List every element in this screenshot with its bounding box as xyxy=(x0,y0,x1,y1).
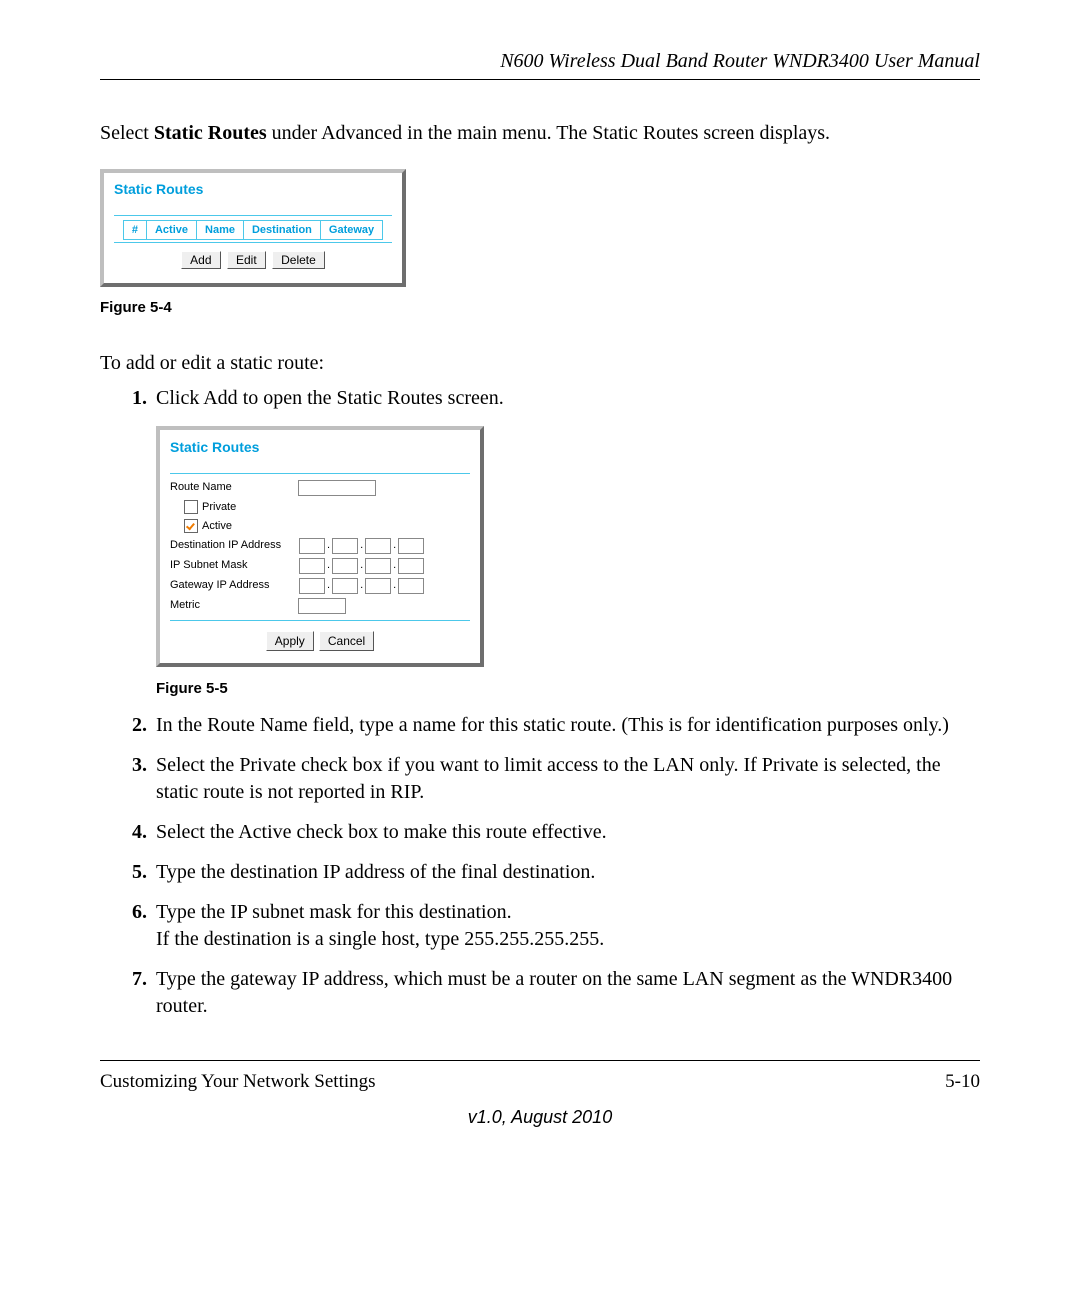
subnet-oct2[interactable] xyxy=(332,558,358,574)
panel1-title: Static Routes xyxy=(114,181,392,197)
footer-center: v1.0, August 2010 xyxy=(100,1107,980,1128)
private-checkbox[interactable] xyxy=(184,500,198,514)
step-list: Click Add to open the Static Routes scre… xyxy=(100,385,980,1020)
label-subnet: IP Subnet Mask xyxy=(170,558,298,573)
step-6: Type the IP subnet mask for this destina… xyxy=(152,899,980,953)
footer-left: Customizing Your Network Settings xyxy=(100,1071,376,1093)
intro-pre: Select xyxy=(100,122,154,144)
intro-post: under Advanced in the main menu. The Sta… xyxy=(267,122,830,144)
dest-ip-oct2[interactable] xyxy=(332,538,358,554)
edit-button[interactable]: Edit xyxy=(227,251,266,269)
label-gateway: Gateway IP Address xyxy=(170,578,298,593)
step6-text: Type the IP subnet mask for this destina… xyxy=(156,901,604,950)
label-route-name: Route Name xyxy=(170,480,298,495)
gw-oct4[interactable] xyxy=(398,578,424,594)
cancel-button[interactable]: Cancel xyxy=(319,631,374,651)
col-destination: Destination xyxy=(243,221,320,240)
delete-button[interactable]: Delete xyxy=(272,251,325,269)
footer-right: 5-10 xyxy=(945,1071,980,1093)
label-metric: Metric xyxy=(170,598,298,613)
subnet-oct3[interactable] xyxy=(365,558,391,574)
page-header: N600 Wireless Dual Band Router WNDR3400 … xyxy=(100,50,980,80)
col-gateway: Gateway xyxy=(320,221,382,240)
static-routes-form-panel: Static Routes Route Name Private Active … xyxy=(156,426,484,667)
step-3: Select the Private check box if you want… xyxy=(152,752,980,806)
add-button[interactable]: Add xyxy=(181,251,220,269)
step2-pre: In the xyxy=(156,714,207,736)
gw-oct1[interactable] xyxy=(299,578,325,594)
page-footer: Customizing Your Network Settings 5-10 v… xyxy=(100,1060,980,1128)
subnet-oct4[interactable] xyxy=(398,558,424,574)
col-name: Name xyxy=(197,221,244,240)
dest-ip-oct1[interactable] xyxy=(299,538,325,554)
intro-paragraph: Select Static Routes under Advanced in t… xyxy=(100,120,980,147)
gw-oct2[interactable] xyxy=(332,578,358,594)
step-7: Type the gateway IP address, which must … xyxy=(152,966,980,1020)
intro2: To add or edit a static route: xyxy=(100,352,980,375)
step2-post: field, type a name for this static route… xyxy=(308,714,949,736)
step1-pre: Click xyxy=(156,387,203,409)
step1-bold: Add xyxy=(203,387,237,409)
step-5: Type the destination IP address of the f… xyxy=(152,859,980,886)
static-routes-list-panel: Static Routes # Active Name Destination … xyxy=(100,169,406,287)
step7-text: Type the gateway IP address, which must … xyxy=(156,968,952,1017)
dest-ip-oct3[interactable] xyxy=(365,538,391,554)
dest-ip-oct4[interactable] xyxy=(398,538,424,554)
routes-table: # Active Name Destination Gateway xyxy=(123,220,383,240)
step-4: Select the Active check box to make this… xyxy=(152,819,980,846)
step-1: Click Add to open the Static Routes scre… xyxy=(152,385,980,699)
step3-pre: Select the xyxy=(156,754,239,776)
step3-bold: Private xyxy=(239,754,296,776)
label-dest-ip: Destination IP Address xyxy=(170,538,298,553)
col-num: # xyxy=(123,221,146,240)
step5-text: Type the destination IP address of the f… xyxy=(156,861,595,883)
step1-post: to open the Static Routes screen. xyxy=(238,387,504,409)
step4-post: check box to make this route effective. xyxy=(292,821,607,843)
step-2: In the Route Name field, type a name for… xyxy=(152,712,980,739)
label-active: Active xyxy=(202,519,232,534)
intro-bold: Static Routes xyxy=(154,122,267,144)
col-active: Active xyxy=(146,221,196,240)
step4-pre: Select the xyxy=(156,821,238,843)
step2-bold: Route Name xyxy=(207,714,308,736)
figure-5-4-caption: Figure 5-4 xyxy=(100,299,980,316)
figure-5-5-caption: Figure 5-5 xyxy=(156,679,980,699)
route-name-input[interactable] xyxy=(298,480,376,496)
metric-input[interactable] xyxy=(298,598,346,614)
label-private: Private xyxy=(202,500,236,515)
gw-oct3[interactable] xyxy=(365,578,391,594)
step4-bold: Active xyxy=(238,821,291,843)
active-checkbox[interactable] xyxy=(184,519,198,533)
subnet-oct1[interactable] xyxy=(299,558,325,574)
apply-button[interactable]: Apply xyxy=(266,631,314,651)
panel2-title: Static Routes xyxy=(170,438,470,457)
